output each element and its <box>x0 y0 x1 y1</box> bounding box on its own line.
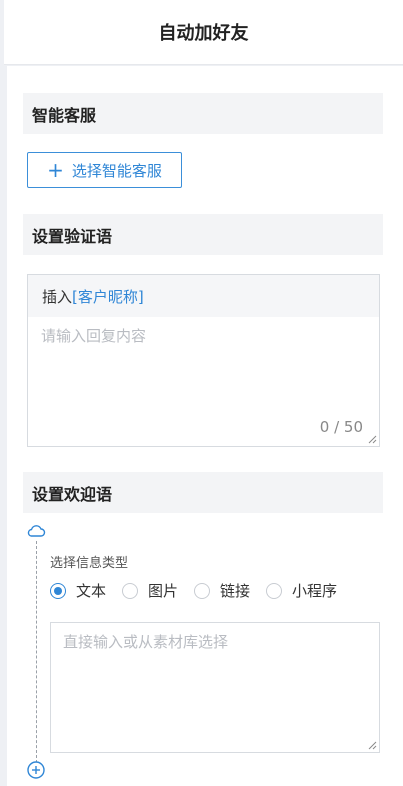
insert-bar: 插入 [客户昵称] <box>28 275 379 317</box>
radio-selected-icon <box>50 582 66 599</box>
radio-text-label: 文本 <box>76 582 107 600</box>
section-title-smart-service: 智能客服 <box>23 93 383 134</box>
page-title: 自动加好友 <box>158 23 249 44</box>
timeline-line <box>36 541 37 763</box>
welcome-content-placeholder: 直接输入或从素材库选择 <box>63 633 229 651</box>
resize-handle-icon[interactable] <box>367 740 377 750</box>
radio-link-label: 链接 <box>220 582 251 600</box>
message-type-label: 选择信息类型 <box>50 556 129 571</box>
radio-link[interactable]: 链接 <box>194 580 250 601</box>
welcome-content-textarea[interactable]: 直接输入或从素材库选择 <box>50 622 380 753</box>
insert-label: 插入 <box>42 287 73 306</box>
settings-panel: 智能客服 + 选择智能客服 设置验证语 插入 [客户昵称] 请输入回复内容 0 … <box>7 66 403 786</box>
radio-unselected-icon <box>194 582 211 599</box>
radio-text[interactable]: 文本 <box>50 580 106 601</box>
radio-unselected-icon <box>266 582 283 599</box>
radio-image-label: 图片 <box>148 582 179 600</box>
select-smart-service-label: 选择智能客服 <box>71 161 162 180</box>
radio-mini-program-label: 小程序 <box>292 582 338 600</box>
add-circle-icon[interactable] <box>26 760 46 780</box>
select-smart-service-button[interactable]: + 选择智能客服 <box>27 152 182 188</box>
verification-placeholder: 请输入回复内容 <box>41 327 147 345</box>
section-title-welcome: 设置欢迎语 <box>23 472 383 513</box>
message-type-radio-group: 文本 图片 链接 小程序 <box>50 580 353 601</box>
insert-nickname-link[interactable]: [客户昵称] <box>72 286 144 307</box>
radio-image[interactable]: 图片 <box>122 580 178 601</box>
page-header: 自动加好友 <box>4 0 403 65</box>
plus-icon: + <box>47 158 64 182</box>
char-counter: 0 / 50 <box>319 418 363 436</box>
section-title-verification: 设置验证语 <box>23 214 383 255</box>
cloud-icon <box>27 525 46 537</box>
radio-mini-program[interactable]: 小程序 <box>266 580 337 601</box>
verification-textarea[interactable]: 插入 [客户昵称] 请输入回复内容 0 / 50 <box>27 274 380 447</box>
radio-unselected-icon <box>122 582 139 599</box>
resize-handle-icon[interactable] <box>367 434 377 444</box>
